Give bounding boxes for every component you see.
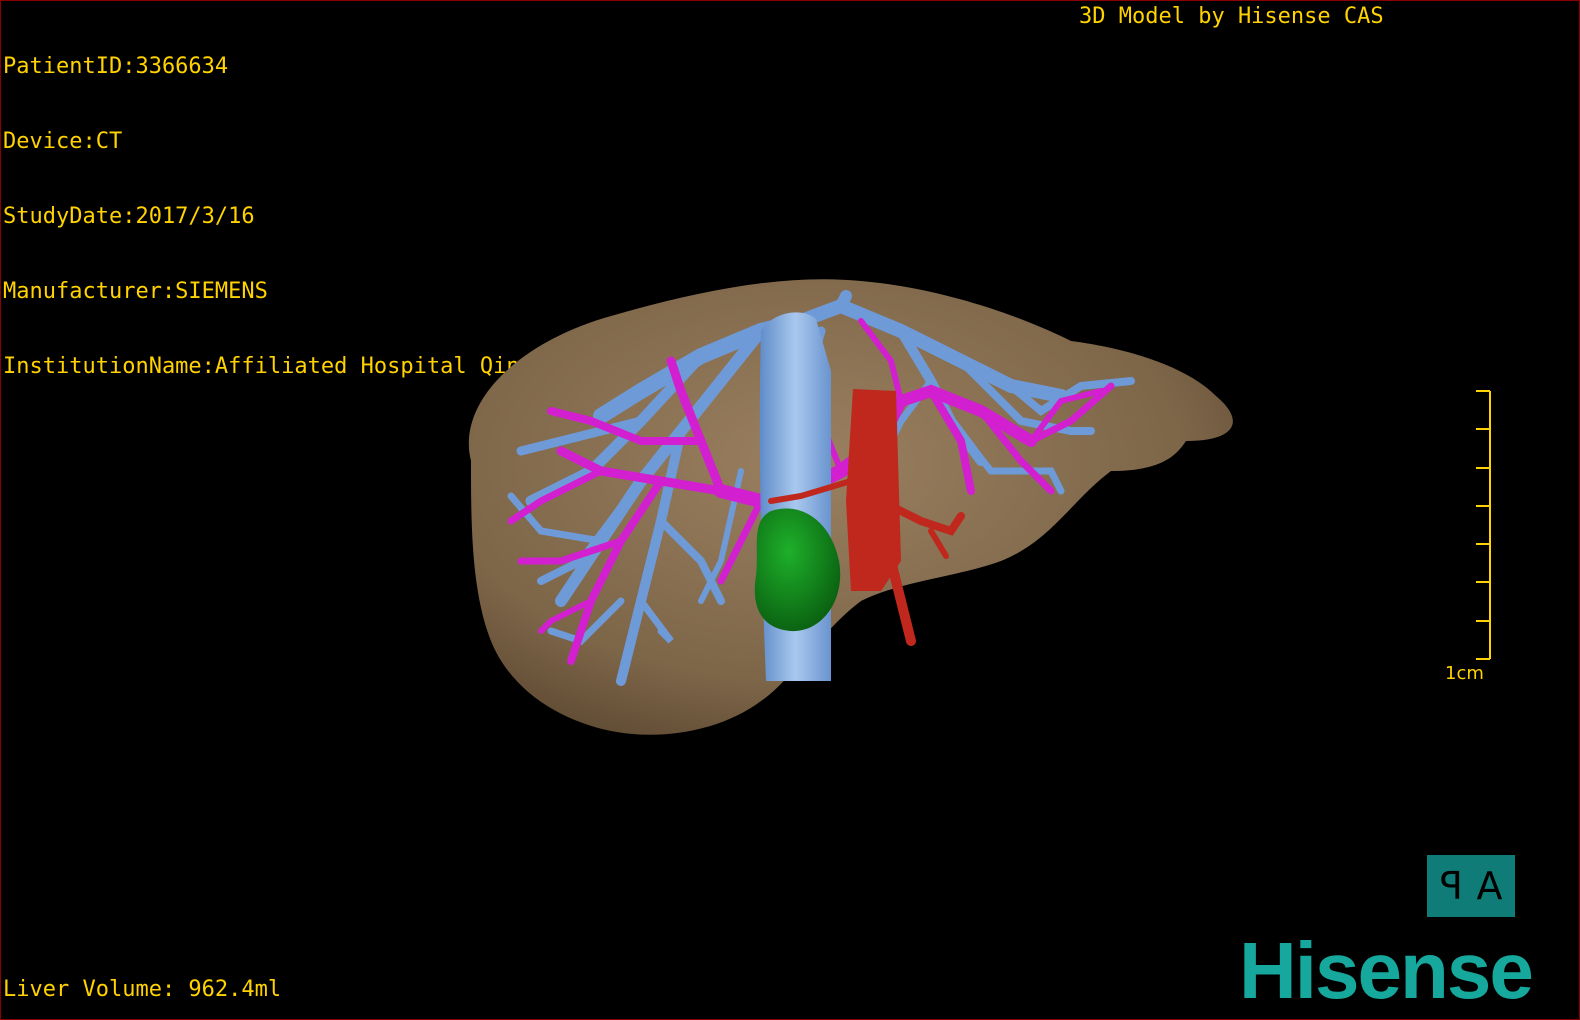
orientation-anterior-glyph: A xyxy=(1476,864,1503,908)
scale-bar xyxy=(1476,390,1491,660)
liver-3d-model[interactable] xyxy=(1,1,1579,1019)
orientation-toggle-button[interactable]: P A xyxy=(1427,855,1515,917)
orientation-posterior-glyph: P xyxy=(1439,864,1463,908)
scale-bar-label: 1cm xyxy=(1445,663,1484,684)
3d-viewport[interactable]: PatientID:3366634 Device:CT StudyDate:20… xyxy=(0,0,1580,1020)
hisense-logo: Hisense xyxy=(1239,926,1534,1015)
liver-volume-text: Liver Volume: 962.4ml xyxy=(3,977,282,1002)
